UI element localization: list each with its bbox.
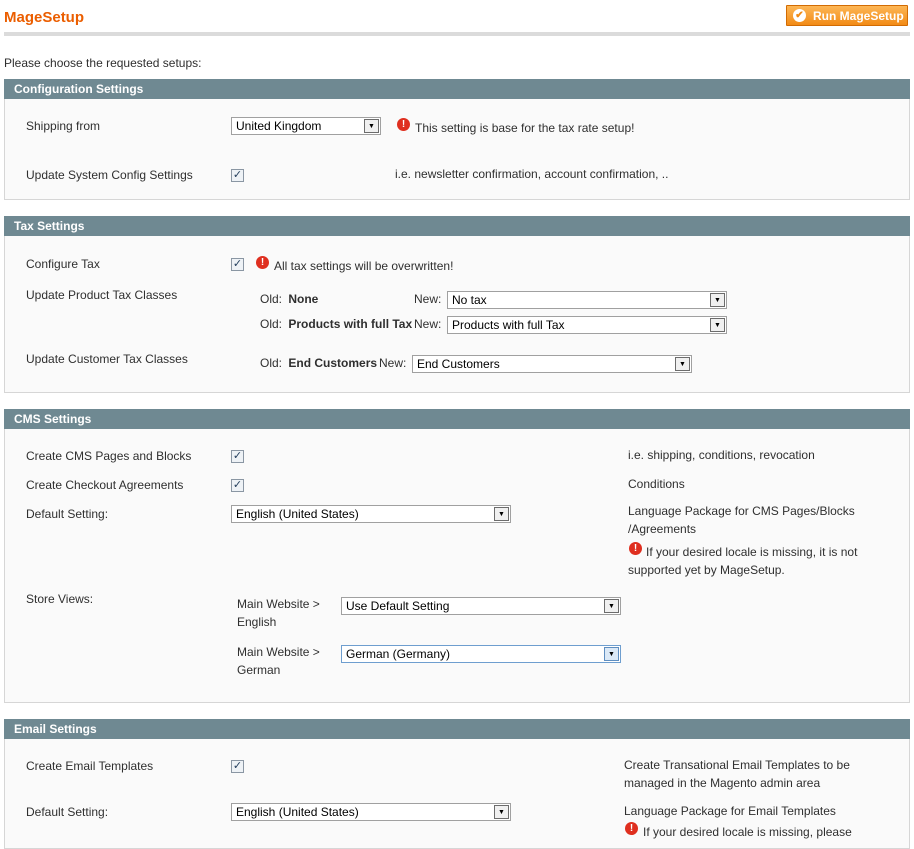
run-magesetup-button[interactable]: ✔ Run MageSetup: [786, 5, 908, 26]
email-default-setting-label: Default Setting:: [26, 805, 109, 819]
cms-pages-note: i.e. shipping, conditions, revocation: [628, 448, 815, 462]
chevron-down-icon[interactable]: ▼: [710, 318, 725, 332]
chevron-down-icon[interactable]: ▼: [710, 293, 725, 307]
shipping-from-label: Shipping from: [26, 119, 101, 133]
cms-default-locale-value: English (United States): [236, 507, 359, 521]
product-tax-row: Old: None: [260, 292, 318, 306]
store-view-label: Main Website > German: [237, 645, 320, 677]
chevron-down-icon[interactable]: ▼: [364, 119, 379, 133]
chevron-down-icon[interactable]: ▼: [604, 599, 619, 613]
old-label: Old:: [260, 317, 283, 331]
shipping-from-select[interactable]: United Kingdom ▼: [231, 117, 381, 135]
check-circle-icon: ✔: [793, 9, 806, 22]
warning-icon: !: [625, 822, 638, 835]
section-title: CMS Settings: [4, 409, 910, 429]
cms-pages-checkbox[interactable]: ✓: [231, 450, 244, 463]
old-tax-class: End Customers: [288, 356, 378, 370]
email-settings-section: Email Settings Create Email Templates ✓ …: [4, 719, 910, 849]
email-default-locale-value: English (United States): [236, 805, 359, 819]
email-locale-warning: If your desired locale is missing, pleas…: [643, 825, 852, 839]
cms-language-note: Language Package for CMS Pages/Blocks /A…: [628, 504, 855, 536]
cms-default-locale-select[interactable]: English (United States) ▼: [231, 505, 511, 523]
tax-settings-section: Tax Settings Configure Tax ✓ ! All tax s…: [4, 216, 910, 393]
email-language-note: Language Package for Email Templates: [624, 804, 836, 818]
page-title: MageSetup: [4, 9, 85, 26]
store-view-select[interactable]: Use Default Setting ▼: [341, 597, 621, 615]
new-label: New:: [414, 292, 442, 306]
configure-tax-checkbox[interactable]: ✓: [231, 258, 244, 271]
customer-tax-row: Old: End Customers: [260, 356, 377, 370]
run-magesetup-label: Run MageSetup: [813, 8, 904, 23]
customer-tax-classes-label: Update Customer Tax Classes: [26, 352, 188, 366]
customer-tax-value: End Customers: [417, 357, 500, 371]
customer-tax-select[interactable]: End Customers ▼: [412, 355, 692, 373]
configure-tax-note: All tax settings will be overwritten!: [274, 259, 454, 273]
old-tax-class: None: [288, 292, 319, 306]
section-title: Email Settings: [4, 719, 910, 739]
chevron-down-icon[interactable]: ▼: [494, 507, 509, 521]
cms-settings-section: CMS Settings Create CMS Pages and Blocks…: [4, 409, 910, 703]
new-label: New:: [414, 317, 442, 331]
configuration-settings-section: Configuration Settings Shipping from Uni…: [4, 79, 910, 200]
product-tax-select[interactable]: Products with full Tax ▼: [447, 316, 727, 334]
update-config-label: Update System Config Settings: [26, 168, 193, 182]
product-tax-value: Products with full Tax: [452, 318, 565, 332]
email-templates-checkbox[interactable]: ✓: [231, 760, 244, 773]
old-label: Old:: [260, 292, 283, 306]
chevron-down-icon[interactable]: ▼: [494, 805, 509, 819]
cms-default-setting-label: Default Setting:: [26, 507, 109, 521]
shipping-note: This setting is base for the tax rate se…: [415, 121, 635, 135]
intro-text: Please choose the requested setups:: [4, 56, 202, 70]
product-tax-classes-label: Update Product Tax Classes: [26, 288, 178, 302]
product-tax-select[interactable]: No tax ▼: [447, 291, 727, 309]
store-view-select[interactable]: German (Germany) ▼: [341, 645, 621, 663]
configure-tax-label: Configure Tax: [26, 257, 100, 271]
email-templates-note: Create Transational Email Templates to b…: [624, 758, 850, 790]
old-label: Old:: [260, 356, 283, 370]
store-view-label: Main Website > English: [237, 597, 320, 629]
warning-icon: !: [397, 118, 410, 131]
product-tax-row: Old: Products with full Tax: [260, 317, 412, 331]
new-label: New:: [379, 356, 407, 370]
email-templates-label: Create Email Templates: [26, 759, 154, 773]
store-view-value: Use Default Setting: [346, 599, 450, 613]
section-title: Configuration Settings: [4, 79, 910, 99]
checkout-agreements-note: Conditions: [628, 477, 685, 491]
cms-pages-label: Create CMS Pages and Blocks: [26, 449, 192, 463]
chevron-down-icon[interactable]: ▼: [675, 357, 690, 371]
product-tax-value: No tax: [452, 293, 487, 307]
checkout-agreements-checkbox[interactable]: ✓: [231, 479, 244, 492]
store-view-value: German (Germany): [346, 647, 451, 661]
warning-icon: !: [256, 256, 269, 269]
chevron-down-icon[interactable]: ▼: [604, 647, 619, 661]
cms-locale-warning: If your desired locale is missing, it is…: [628, 545, 858, 577]
checkout-agreements-label: Create Checkout Agreements: [26, 478, 184, 492]
email-default-locale-select[interactable]: English (United States) ▼: [231, 803, 511, 821]
update-config-note: i.e. newsletter confirmation, account co…: [395, 167, 669, 181]
section-title: Tax Settings: [4, 216, 910, 236]
update-config-checkbox[interactable]: ✓: [231, 169, 244, 182]
shipping-from-value: United Kingdom: [236, 119, 322, 133]
store-views-label: Store Views:: [26, 592, 94, 606]
old-tax-class: Products with full Tax: [288, 317, 413, 331]
title-divider: [4, 32, 910, 36]
